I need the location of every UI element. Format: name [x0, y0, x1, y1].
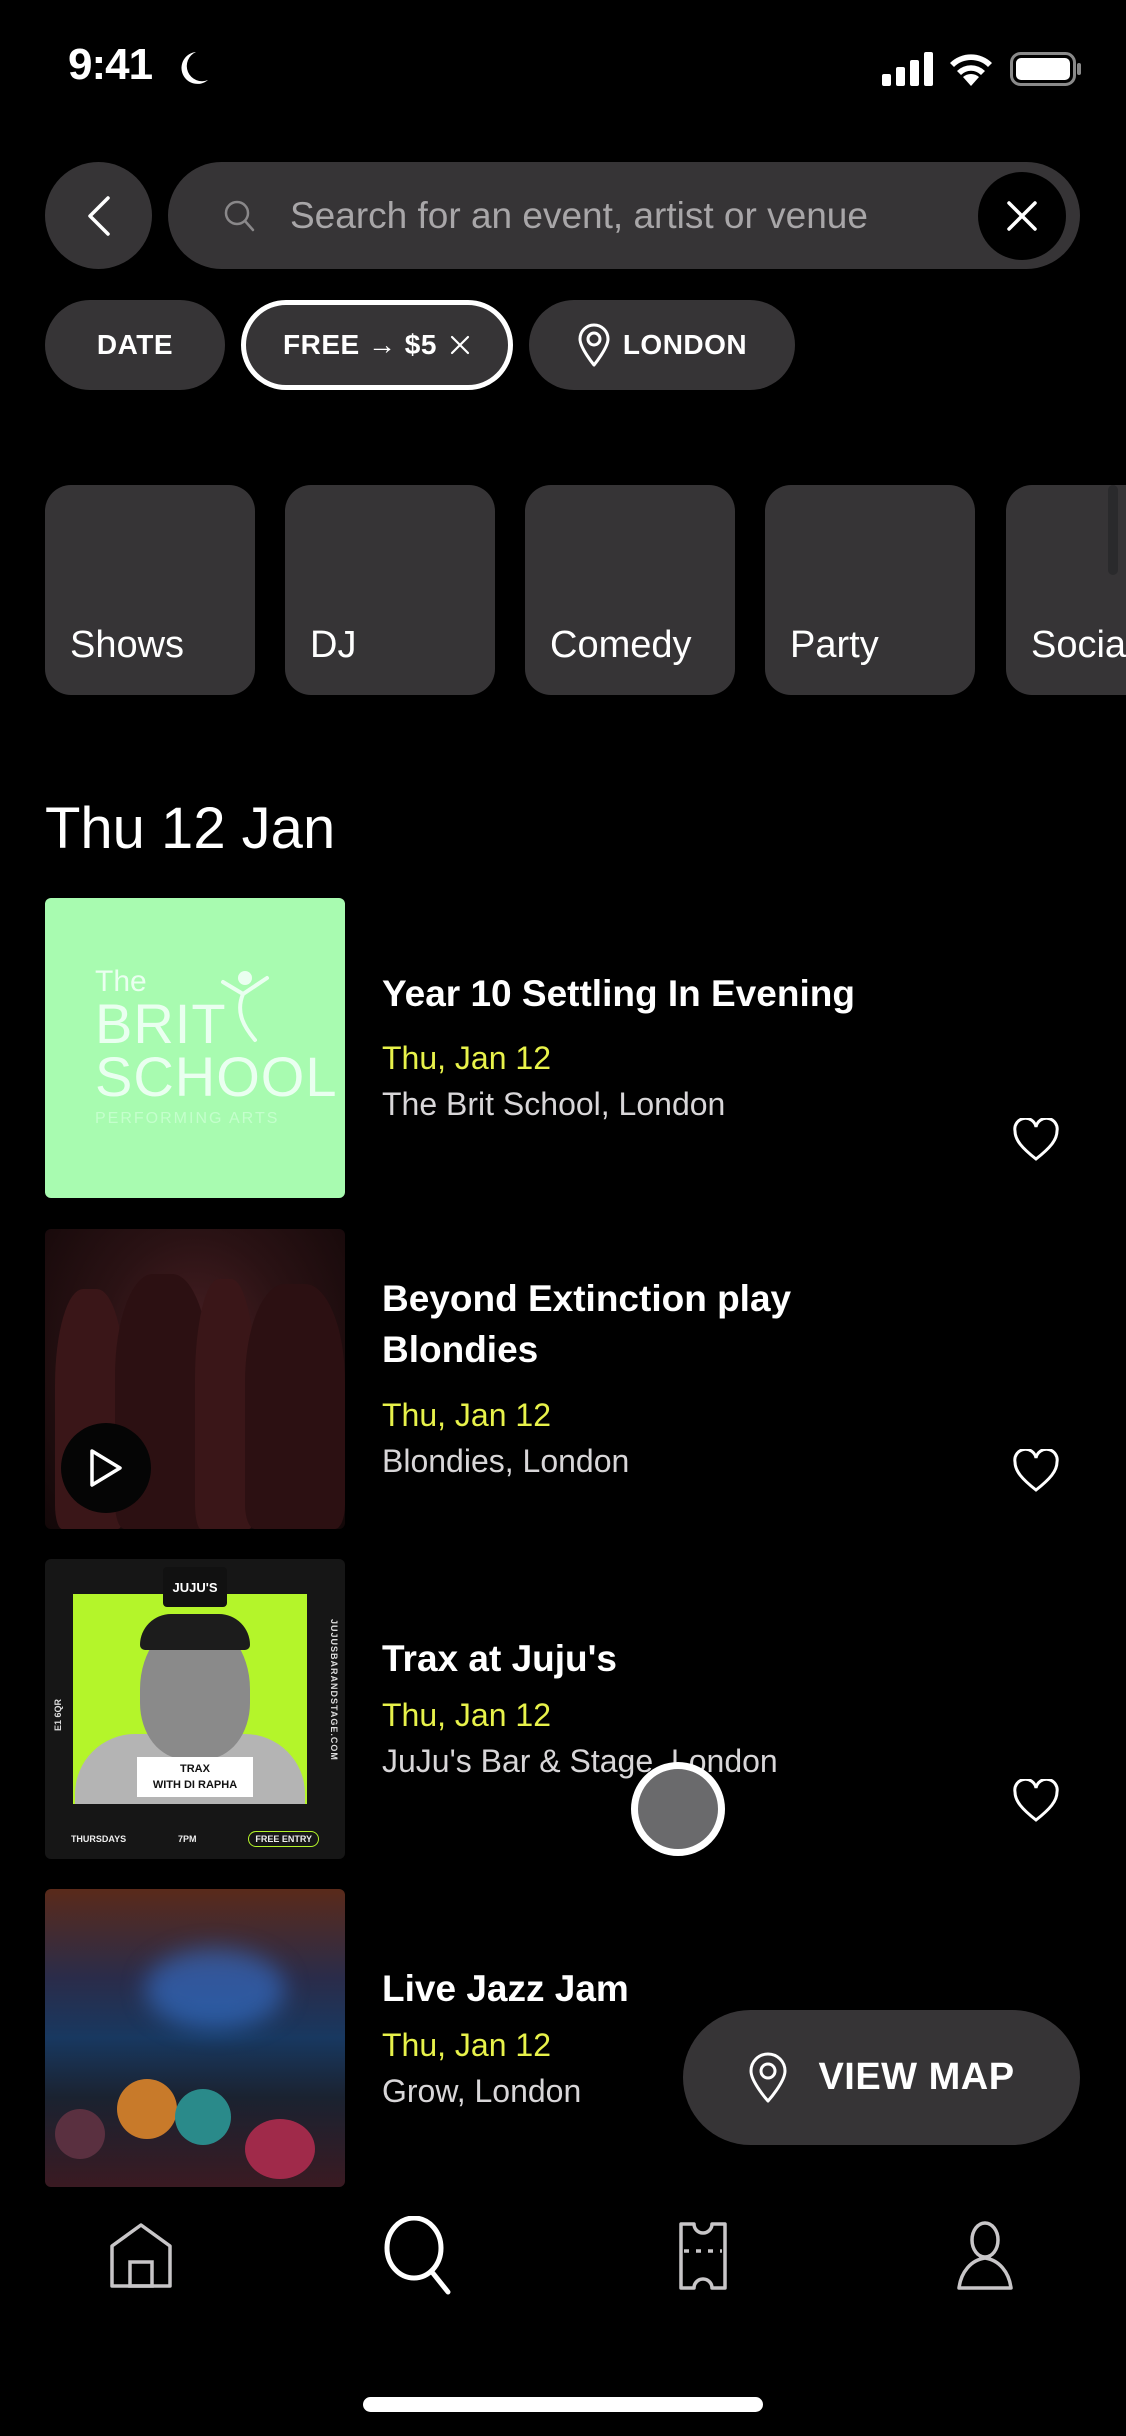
event-title[interactable]: Year 10 Settling In Evening [382, 968, 942, 1019]
filter-chip-date[interactable]: DATE [45, 300, 225, 390]
filter-chip-location[interactable]: LONDON [529, 300, 795, 390]
poster-footer: THURSDAYS 7PM FREE ENTRY [45, 1831, 345, 1847]
event-venue: Blondies, London [382, 1443, 630, 1479]
profile-icon [957, 2221, 1013, 2290]
event-date: Thu, Jan 12 [382, 1397, 551, 1433]
event-venue: JuJu's Bar & Stage, London [382, 1743, 778, 1779]
search-icon [224, 200, 255, 232]
category-tile-party[interactable]: Party [765, 485, 975, 695]
poster-text: THURSDAYS [70, 1834, 127, 1844]
filter-chip-label: DATE [96, 329, 174, 360]
scrollbar[interactable] [1108, 485, 1118, 575]
event-list-item[interactable]: The BRIT SCHOOL PERFORMING ARTS Year 10 … [0, 898, 1126, 1198]
poster-text: FREE ENTRY [248, 1831, 320, 1847]
event-title[interactable]: Beyond Extinction play Blondies [382, 1273, 942, 1375]
poster-text: WITH DI RAPHA [152, 1779, 238, 1791]
tab-home[interactable] [101, 2216, 181, 2296]
category-label: DJ [310, 624, 357, 666]
category-label: Social [1031, 624, 1126, 666]
view-map-label: VIEW MAP [818, 2056, 1015, 2098]
event-venue: The Brit School, London [382, 1086, 726, 1122]
chevron-left-icon [87, 195, 110, 236]
event-thumbnail[interactable] [45, 1229, 345, 1529]
event-thumbnail[interactable] [45, 1889, 345, 2187]
category-tile-dj[interactable]: DJ [285, 485, 495, 695]
poster-text: 7PM [178, 1834, 197, 1844]
event-title[interactable]: Live Jazz Jam [382, 1963, 942, 2014]
dancer-icon [221, 971, 269, 1042]
event-list-item[interactable]: Beyond Extinction play Blondies Thu, Jan… [0, 1229, 1126, 1529]
poster-text: E1 6QR [53, 1699, 63, 1732]
ticket-icon [679, 2222, 727, 2290]
filter-chip-label: LONDON [622, 329, 748, 360]
close-icon[interactable] [449, 334, 471, 356]
event-thumbnail[interactable]: The BRIT SCHOOL PERFORMING ARTS [45, 898, 345, 1198]
event-thumbnail[interactable]: JUJU'S TRAX WITH DI RAPHA JUJUSBARANDSTA… [45, 1559, 345, 1859]
status-bar: 9:41 [0, 0, 1126, 140]
poster-text: JUJUSBARANDSTAGE.COM [329, 1619, 339, 1761]
search-input[interactable] [290, 162, 950, 269]
section-date-heading: Thu 12 Jan [45, 796, 336, 861]
back-button[interactable] [45, 162, 152, 269]
location-pin-icon [749, 2052, 787, 2102]
close-icon [1007, 201, 1037, 231]
moon-icon [181, 52, 208, 84]
logo-text: SCHOOL [95, 1044, 338, 1108]
heart-icon[interactable] [1012, 1779, 1060, 1823]
view-map-button[interactable]: VIEW MAP [683, 2010, 1080, 2145]
wifi-icon [950, 54, 992, 86]
clear-search-button[interactable] [978, 172, 1066, 260]
tab-search[interactable] [380, 2216, 460, 2296]
search-bar[interactable] [168, 162, 1080, 269]
category-tile-shows[interactable]: Shows [45, 485, 255, 695]
home-indicator[interactable] [363, 2397, 763, 2412]
status-time: 9:41 [68, 40, 153, 89]
category-label: Party [790, 624, 879, 666]
location-pin-icon [578, 323, 610, 367]
poster-text: TRAX [180, 1763, 210, 1775]
heart-icon[interactable] [1012, 1449, 1060, 1493]
touch-indicator [631, 1762, 725, 1856]
event-list-item[interactable]: JUJU'S TRAX WITH DI RAPHA JUJUSBARANDSTA… [0, 1559, 1126, 1859]
search-icon [384, 2216, 451, 2295]
filter-chip-label: FREE → $5 [283, 329, 437, 360]
event-date: Thu, Jan 12 [382, 2027, 551, 2063]
tab-tickets[interactable] [663, 2216, 743, 2296]
play-preview-button[interactable] [61, 1423, 151, 1513]
category-carousel[interactable]: Shows DJ Comedy Party Social [45, 485, 1126, 695]
event-date: Thu, Jan 12 [382, 1040, 551, 1076]
home-icon [110, 2223, 172, 2288]
bottom-tab-bar [0, 2200, 1126, 2310]
battery-icon [1010, 52, 1081, 86]
heart-icon[interactable] [1012, 1118, 1060, 1162]
category-tile-comedy[interactable]: Comedy [525, 485, 735, 695]
tab-profile[interactable] [945, 2216, 1025, 2296]
event-title[interactable]: Trax at Juju's [382, 1633, 942, 1684]
play-icon [90, 1449, 122, 1487]
category-label: Shows [70, 624, 185, 666]
cellular-signal-icon [882, 52, 933, 86]
event-date: Thu, Jan 12 [382, 1697, 551, 1733]
logo-text: PERFORMING ARTS [95, 1109, 280, 1127]
category-label: Comedy [550, 624, 692, 666]
filter-chip-price[interactable]: FREE → $5 [241, 300, 513, 390]
event-venue: Grow, London [382, 2073, 582, 2109]
poster-caption: TRAX WITH DI RAPHA [137, 1757, 253, 1797]
juju-logo: JUJU'S [163, 1567, 227, 1607]
